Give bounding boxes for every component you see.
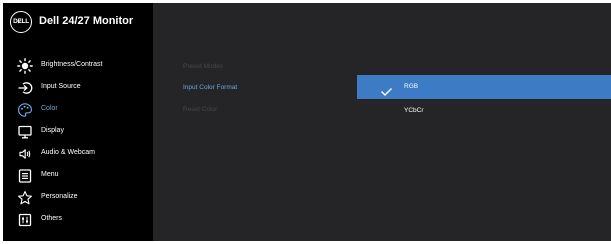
submenu-item-preset-modes[interactable]: Preset Modes <box>183 63 223 70</box>
menu-item-audio-webcam[interactable]: Audio & Webcam <box>3 143 153 165</box>
menu-item-personalize[interactable]: Personalize <box>3 187 153 209</box>
monitor-osd-window: DɆLL Dell 24/27 Monitor Brightness/Contr… <box>3 3 611 241</box>
others-icon <box>17 212 33 228</box>
menu-item-display[interactable]: Display <box>3 121 153 143</box>
checkmark-icon <box>381 83 392 96</box>
menu-item-label: Display <box>41 127 64 134</box>
menu-item-label: Others <box>41 215 63 222</box>
option-ycbcr[interactable]: YCbCr <box>357 99 611 123</box>
menu-item-label: Menu <box>41 171 59 178</box>
display-icon <box>17 124 33 140</box>
menu-item-brightness-contrast[interactable]: Brightness/Contrast <box>3 55 153 77</box>
submenu-item-input-color-format[interactable]: Input Color Format <box>183 84 237 91</box>
brightness-icon <box>17 58 33 74</box>
menu-item-label: Personalize <box>41 193 78 200</box>
dell-logo: DɆLL <box>10 11 32 33</box>
option-label: YCbCr <box>404 107 424 114</box>
dell-logo-text: DɆLL <box>13 17 29 25</box>
option-label: RGB <box>404 83 419 90</box>
menu-list-icon <box>17 168 33 184</box>
menu-item-others[interactable]: Others <box>3 209 153 231</box>
star-icon <box>17 190 33 206</box>
sidebar: DɆLL Dell 24/27 Monitor Brightness/Contr… <box>3 3 153 241</box>
color-palette-icon <box>17 102 33 118</box>
menu-item-menu[interactable]: Menu <box>3 165 153 187</box>
menu-item-label: Brightness/Contrast <box>41 61 103 68</box>
menu-item-label: Input Source <box>41 83 81 90</box>
osd-header: DɆLL Dell 24/27 Monitor <box>3 3 153 41</box>
submenu-item-reset-color[interactable]: Reset Color <box>183 106 217 113</box>
content-panel: Preset Modes Input Color Format Reset Co… <box>153 3 611 241</box>
monitor-title: Dell 24/27 Monitor <box>39 15 134 27</box>
menu-item-input-source[interactable]: Input Source <box>3 77 153 99</box>
option-rgb[interactable]: RGB <box>357 75 611 99</box>
menu-item-label: Color <box>41 105 58 112</box>
menu-item-color[interactable]: Color <box>3 99 153 121</box>
menu-item-label: Audio & Webcam <box>41 149 95 156</box>
input-source-icon <box>17 80 33 96</box>
audio-speaker-icon <box>17 146 33 162</box>
